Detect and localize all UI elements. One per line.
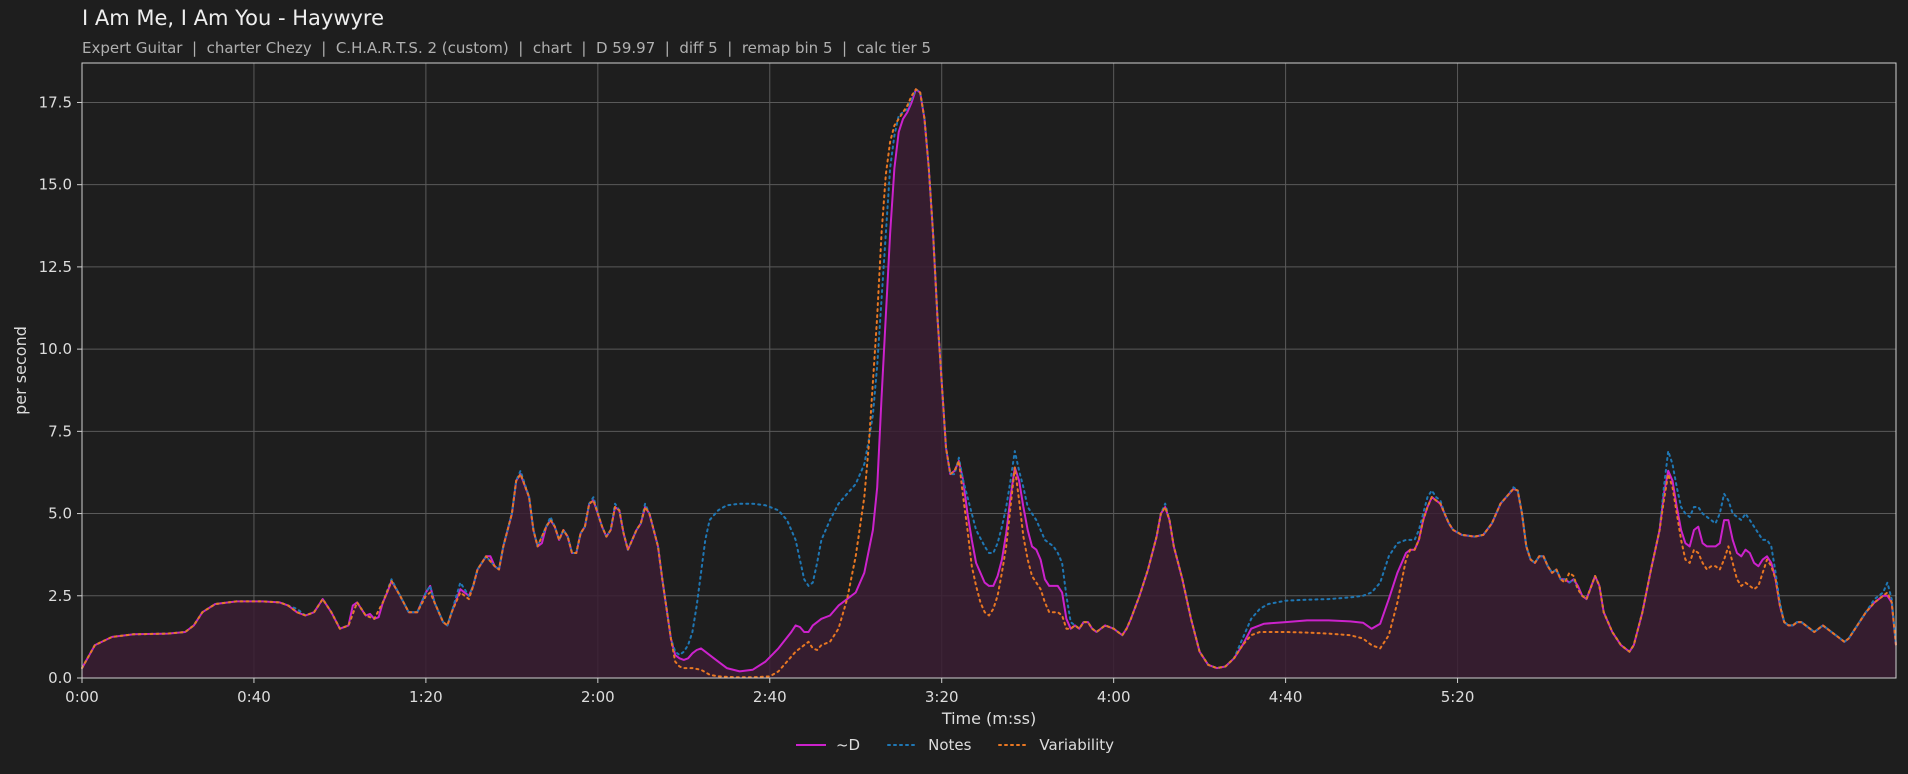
legend-item: ~D <box>794 736 860 754</box>
legend-label: Notes <box>928 736 972 754</box>
x-tick-label: 2:00 <box>581 688 615 706</box>
y-tick-label: 15.0 <box>39 176 72 194</box>
series-line-d <box>81 88 1897 673</box>
legend-label: ~D <box>835 736 861 754</box>
x-tick-label: 1:20 <box>409 688 443 706</box>
x-tick-label: 2:40 <box>753 688 787 706</box>
x-tick-label: 5:20 <box>1441 688 1475 706</box>
legend-swatch <box>887 744 920 746</box>
y-tick-label: 12.5 <box>39 258 72 276</box>
x-tick-label: 4:00 <box>1097 688 1131 706</box>
y-tick-label: 17.5 <box>39 93 72 111</box>
x-tick-label: 4:40 <box>1269 688 1303 706</box>
legend-swatch <box>998 744 1031 746</box>
series-area-fill <box>82 89 1896 679</box>
y-tick-label: 0.0 <box>48 669 72 687</box>
y-tick-label: 5.0 <box>48 505 72 523</box>
y-tick-label: 7.5 <box>48 422 72 440</box>
chart-area: 0:00 0:40 1:20 2:00 2:40 3:20 4:00 4:40 5:20 0.0 2… <box>11 62 1897 728</box>
legend-swatch <box>795 744 826 746</box>
x-tick-label: 3:20 <box>925 688 959 706</box>
x-tick-label: 0:40 <box>237 688 271 706</box>
series-line-notes <box>81 88 1897 670</box>
area-fill-layer <box>82 89 1896 679</box>
y-tick-label: 2.5 <box>48 587 72 605</box>
legend-item: Notes <box>886 736 971 754</box>
legend-item: Variability <box>997 736 1114 754</box>
x-tick-label: 0:00 <box>65 688 99 706</box>
legend: ~D Notes Variability <box>0 736 1908 754</box>
x-axis-label: Time (m:ss) <box>941 709 1036 728</box>
legend-label: Variability <box>1039 736 1115 754</box>
y-tick-label: 10.0 <box>39 340 72 358</box>
y-axis-label: per second <box>11 326 30 415</box>
